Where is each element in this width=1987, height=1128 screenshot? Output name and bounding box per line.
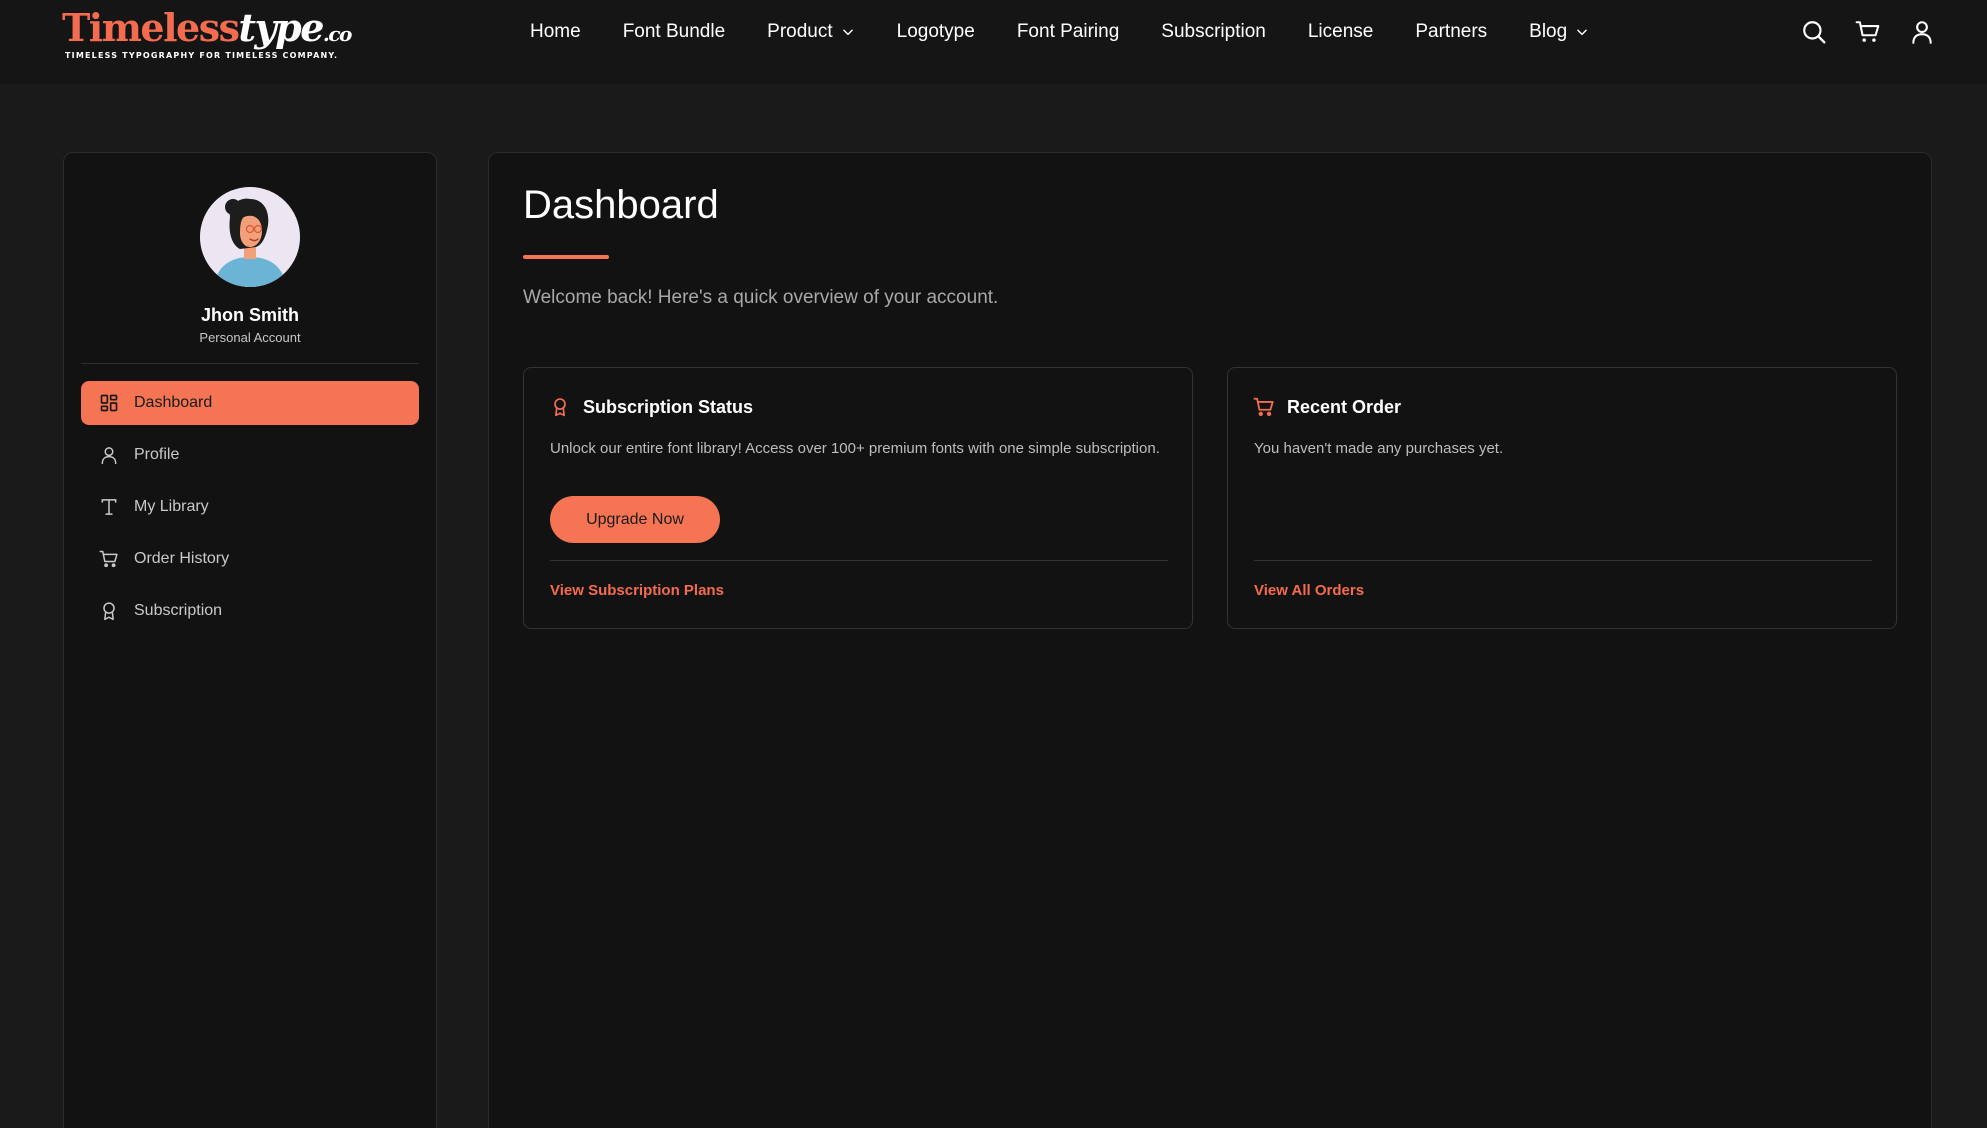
subscription-status-card: Subscription Status Unlock our entire fo… — [523, 367, 1193, 629]
card-description: You haven't made any purchases yet. — [1254, 440, 1504, 457]
nav-license[interactable]: License — [1308, 21, 1374, 43]
view-all-orders-link[interactable]: View All Orders — [1254, 582, 1364, 599]
sidebar-item-profile[interactable]: Profile — [81, 433, 419, 477]
sidebar-item-label: Order History — [134, 550, 230, 567]
sidebar-item-label: Dashboard — [134, 394, 213, 411]
award-icon — [549, 396, 571, 418]
sidebar-item-label: Subscription — [134, 602, 223, 619]
dashboard-main: Dashboard Welcome back! Here's a quick o… — [488, 152, 1932, 1128]
account-type: Personal Account — [199, 330, 301, 345]
nav-partners[interactable]: Partners — [1415, 21, 1487, 43]
user-name: Jhon Smith — [201, 305, 299, 325]
upgrade-now-button[interactable]: Upgrade Now — [550, 496, 720, 543]
main-nav: Home Font Bundle Product Logotype Font P… — [530, 20, 1589, 44]
logo-tagline: TIMELESS TYPOGRAPHY FOR TIMELESS COMPANY… — [65, 51, 339, 60]
nav-logotype[interactable]: Logotype — [897, 21, 975, 43]
sidebar-item-my-library[interactable]: My Library — [81, 485, 419, 529]
card-divider — [1254, 560, 1872, 561]
search-icon[interactable] — [1800, 18, 1828, 46]
user-icon — [99, 445, 119, 465]
sidebar-item-subscription[interactable]: Subscription — [81, 589, 419, 633]
account-sidebar: Jhon Smith Personal Account Dashboard Pr… — [63, 152, 437, 1128]
card-divider — [550, 560, 1168, 561]
chevron-down-icon — [841, 25, 855, 39]
cart-icon — [1253, 396, 1275, 418]
brand-logo[interactable]: Timelesstype.co TIMELESS TYPOGRAPHY FOR … — [62, 6, 352, 62]
avatar[interactable] — [200, 187, 300, 287]
award-icon — [99, 601, 119, 621]
card-description: Unlock our entire font library! Access o… — [550, 440, 1160, 457]
sidebar-item-label: Profile — [134, 446, 180, 463]
recent-order-card: Recent Order You haven't made any purcha… — [1227, 367, 1897, 629]
nav-subscription[interactable]: Subscription — [1161, 21, 1266, 43]
sidebar-item-order-history[interactable]: Order History — [81, 537, 419, 581]
nav-product[interactable]: Product — [767, 21, 854, 43]
nav-home[interactable]: Home — [530, 21, 581, 43]
user-icon[interactable] — [1908, 18, 1936, 46]
title-underline — [523, 255, 609, 259]
type-icon — [99, 497, 119, 517]
cart-icon[interactable] — [1854, 18, 1882, 46]
page-title: Dashboard — [523, 183, 719, 227]
cart-icon — [99, 549, 119, 569]
card-title: Recent Order — [1287, 396, 1402, 417]
sidebar-divider — [81, 363, 419, 364]
sidebar-item-dashboard[interactable]: Dashboard — [81, 381, 419, 425]
header-actions — [1800, 18, 1936, 46]
view-subscription-plans-link[interactable]: View Subscription Plans — [550, 582, 724, 599]
logo-wordmark: Timelesstype.co — [62, 5, 352, 50]
card-header: Subscription Status — [549, 396, 753, 418]
dashboard-icon — [99, 393, 119, 413]
card-header: Recent Order — [1253, 396, 1401, 418]
nav-font-pairing[interactable]: Font Pairing — [1017, 21, 1119, 43]
sidebar-menu: Dashboard Profile My Library Order Histo… — [81, 381, 419, 641]
welcome-message: Welcome back! Here's a quick overview of… — [523, 287, 999, 308]
nav-blog[interactable]: Blog — [1529, 21, 1589, 43]
nav-font-bundle[interactable]: Font Bundle — [623, 21, 725, 43]
sidebar-item-label: My Library — [134, 498, 209, 515]
top-navbar: Timelesstype.co TIMELESS TYPOGRAPHY FOR … — [0, 0, 1987, 84]
chevron-down-icon — [1575, 25, 1589, 39]
card-title: Subscription Status — [583, 396, 754, 417]
